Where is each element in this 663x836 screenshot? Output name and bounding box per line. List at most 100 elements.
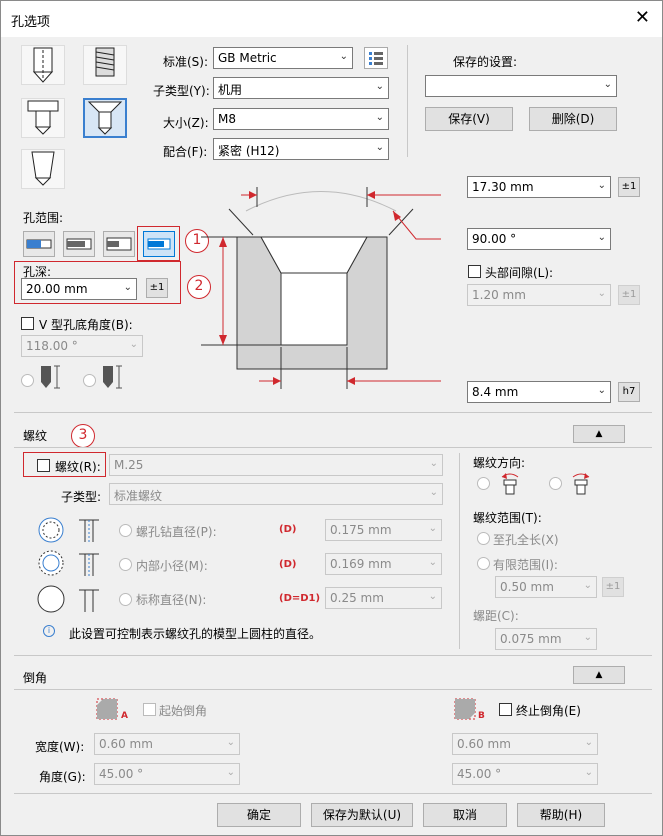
diameter-select[interactable]: 8.4 mm ⌄ [467,381,611,403]
chevron-down-icon: ⌄ [428,523,437,534]
v-angle-select[interactable]: 118.00 ° ⌄ [21,335,143,357]
range-blind-icon[interactable] [23,231,55,257]
nominal-diameter-select[interactable]: 0.25 mm ⌄ [325,587,442,609]
thread-collapse-button[interactable]: ▲ [573,425,625,443]
chamfer-angle-b-select[interactable]: 45.00 ° ⌄ [452,763,598,785]
standard-select[interactable]: GB Metric ⌄ [213,47,353,69]
chevron-down-icon: ⌄ [429,458,438,469]
head-clearance-select[interactable]: 1.20 mm ⌄ [467,284,611,306]
ok-button[interactable]: 确定 [217,803,301,827]
chevron-down-icon: ⌄ [597,180,606,191]
range-through-icon[interactable] [63,231,95,257]
chamfer-angle-label: 角度(G): [39,770,86,784]
start-chamfer-checkbox[interactable] [143,703,156,716]
hole-type-tapered-icon[interactable] [21,149,65,189]
divider [407,45,408,157]
chevron-down-icon: ⌄ [584,737,593,748]
hole-type-countersink-icon[interactable] [83,98,127,138]
diameter-fit-button[interactable]: h7 [618,382,640,402]
info-icon: i [43,625,55,637]
thread-select[interactable]: M.25 ⌄ [109,454,443,476]
divider [459,453,460,649]
section-divider [14,689,652,690]
depth-tolerance-button[interactable]: ±1 [146,278,168,298]
tap-drill-radio[interactable] [119,524,132,537]
thread-right-hand-radio[interactable] [477,477,490,490]
chamfer-angle-a-select[interactable]: 45.00 ° ⌄ [94,763,240,785]
save-button[interactable]: 保存(V) [425,107,513,131]
chevron-down-icon: ⌄ [583,580,592,591]
standards-list-icon[interactable] [364,47,388,69]
minor-diameter-select[interactable]: 0.169 mm ⌄ [325,553,442,575]
section-divider [14,412,652,413]
chamfer-width-label: 宽度(W): [35,740,85,754]
section-divider [14,447,652,448]
subtype-select[interactable]: 机用 ⌄ [213,77,389,99]
save-as-default-button[interactable]: 保存为默认(U) [311,803,413,827]
tap-drill-tag: (D) [279,524,297,535]
chamfer-width-a-select[interactable]: 0.60 mm ⌄ [94,733,240,755]
finite-range-radio[interactable] [477,557,490,570]
bottom-pointed-icon [37,364,67,393]
thread-subtype-select[interactable]: 标准螺纹 ⌄ [109,483,443,505]
delete-button[interactable]: 删除(D) [529,107,617,131]
subtype-label: 子类型(Y): [153,84,210,98]
head-clearance-checkbox[interactable] [468,265,481,278]
hole-type-simple-icon[interactable] [21,45,65,85]
nominal-diameter-radio[interactable] [119,593,132,606]
nominal-diameter-section-icon [77,588,103,617]
thread-checkbox[interactable] [37,459,50,472]
thread-range-label: 螺纹范围(T): [473,511,542,525]
chevron-down-icon: ⌄ [123,282,132,293]
cancel-button[interactable]: 取消 [423,803,507,827]
saved-settings-select[interactable]: ⌄ [425,75,617,97]
minor-diameter-circle-icon [37,549,67,582]
chamfer-tag-a: A [121,711,128,721]
top-diameter-tolerance-button[interactable]: ±1 [618,177,640,197]
hole-type-threaded-icon[interactable] [83,45,127,85]
saved-settings-label: 保存的设置: [453,55,518,69]
hole-type-counterbore-icon[interactable] [21,98,65,138]
minor-diameter-label: 内部小径(M): [136,559,208,573]
angle-select[interactable]: 90.00 ° ⌄ [467,228,611,250]
chamfer-tag-b: B [478,711,485,721]
bottom-flat-radio[interactable] [83,374,96,387]
close-icon[interactable]: ✕ [635,7,650,28]
chamfer-collapse-button[interactable]: ▲ [573,666,625,684]
thread-left-hand-radio[interactable] [549,477,562,490]
section-divider [14,793,652,794]
bottom-pointed-radio[interactable] [21,374,34,387]
chevron-down-icon: ⌄ [428,557,437,568]
minor-diameter-radio[interactable] [119,558,132,571]
annotation-circle-3: 3 [71,424,95,448]
chevron-down-icon: ⌄ [129,339,138,350]
hole-options-dialog: 孔选项 ✕ 标准(S): GB Metric ⌄ 子类型(Y): 机用 ⌄ 大小(Z… [0,0,663,836]
pitch-select[interactable]: 0.075 mm ⌄ [495,628,597,650]
finite-range-select[interactable]: 0.50 mm ⌄ [495,576,597,598]
section-divider [14,655,652,656]
chevron-down-icon: ⌄ [375,81,384,92]
help-button[interactable]: 帮助(H) [517,803,605,827]
range-to-face-icon[interactable] [103,231,135,257]
depth-select[interactable]: 20.00 mm ⌄ [21,278,137,300]
end-chamfer-checkbox[interactable] [499,703,512,716]
start-chamfer-icon [95,697,121,726]
range-selected-icon[interactable] [143,231,175,257]
full-length-radio[interactable] [477,532,490,545]
fit-select[interactable]: 紧密 (H12) ⌄ [213,138,389,160]
chamfer-width-b-select[interactable]: 0.60 mm ⌄ [452,733,598,755]
tap-drill-label: 螺孔钻直径(P): [136,525,217,539]
hole-range-label: 孔范围: [23,211,64,225]
top-diameter-select[interactable]: 17.30 mm ⌄ [467,176,611,198]
chevron-down-icon: ⌄ [597,385,606,396]
dialog-title: 孔选项 [11,15,51,30]
v-angle-checkbox[interactable] [21,317,34,330]
nominal-diameter-label: 标称直径(N): [136,593,207,607]
tap-drill-select[interactable]: 0.175 mm ⌄ [325,519,442,541]
thread-subtype-label: 子类型: [61,490,102,504]
finite-range-tolerance-button[interactable]: ±1 [602,577,624,597]
head-clearance-tolerance-button[interactable]: ±1 [618,285,640,305]
chevron-down-icon: ⌄ [597,232,606,243]
chevron-down-icon: ⌄ [375,112,384,123]
size-select[interactable]: M8 ⌄ [213,108,389,130]
